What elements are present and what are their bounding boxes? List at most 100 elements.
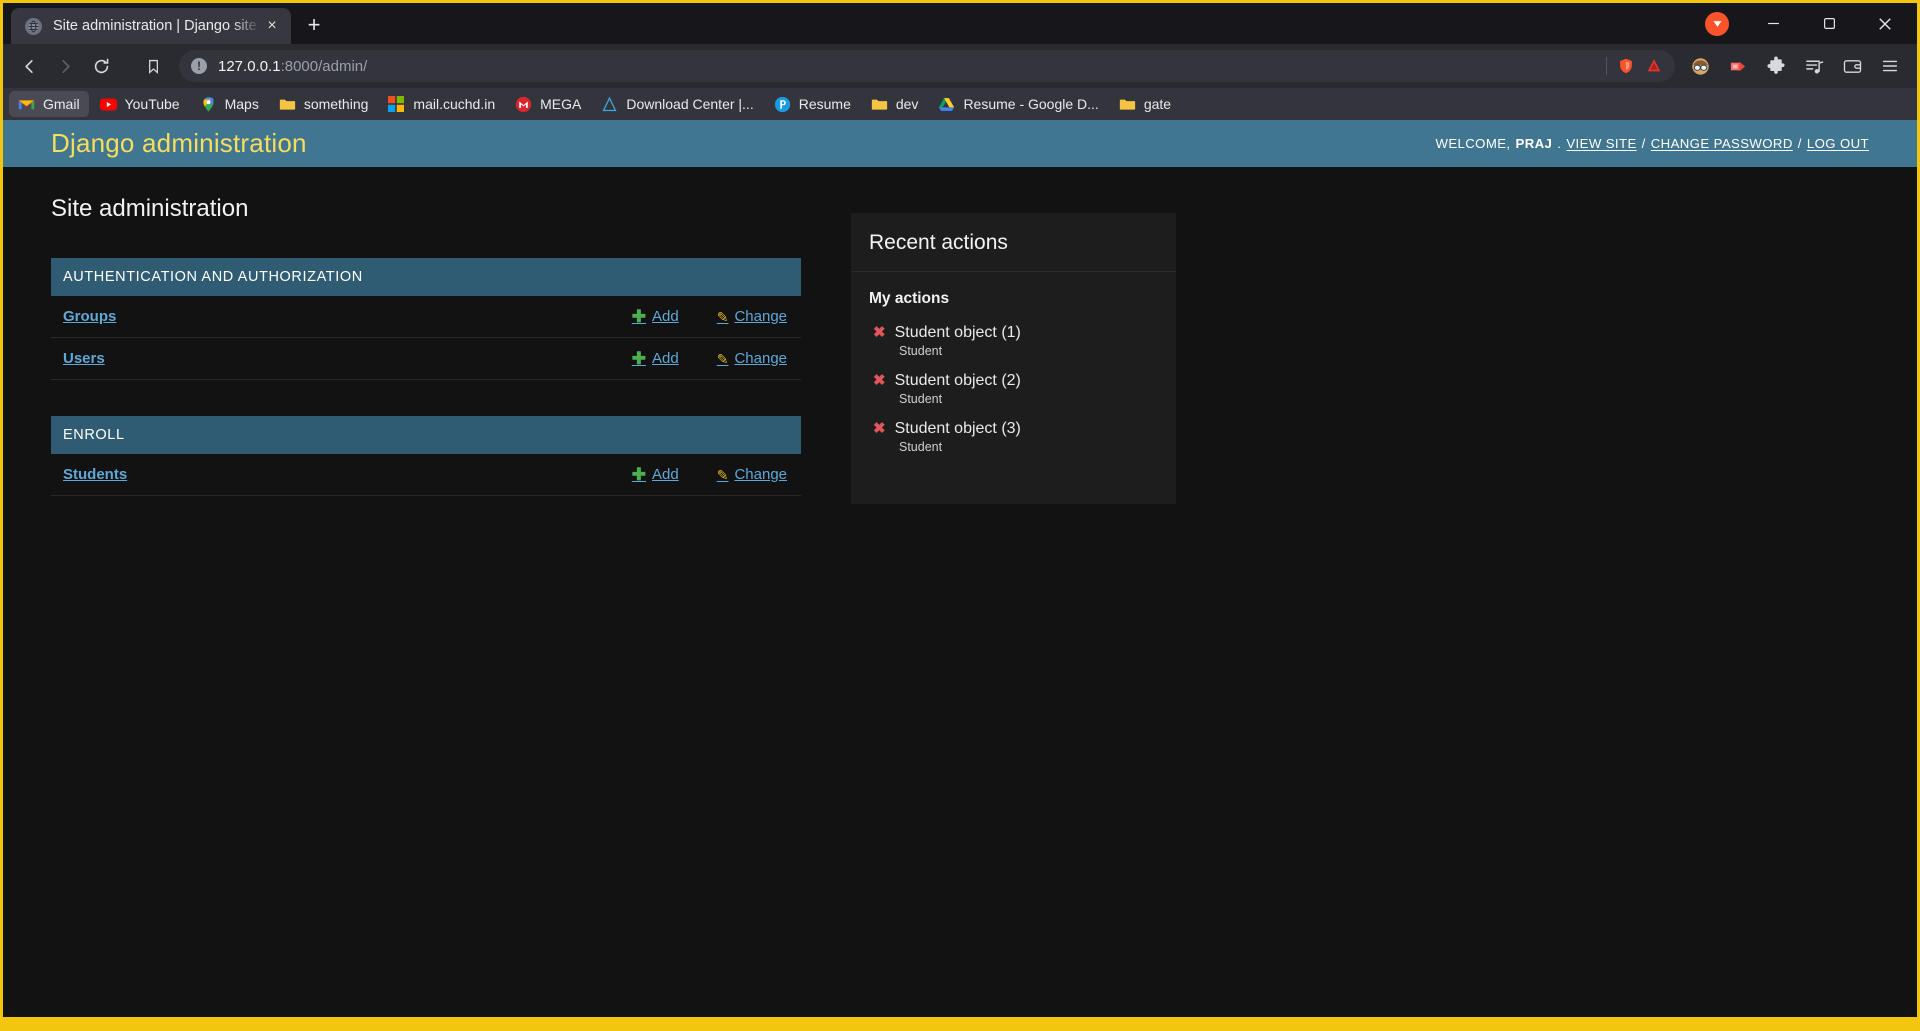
bookmark-icon[interactable] [135, 48, 171, 84]
recent-actions-title: Recent actions [869, 231, 1008, 254]
main-menu-icon[interactable] [1871, 48, 1909, 84]
back-icon[interactable] [11, 48, 47, 84]
playlist-icon[interactable] [1795, 48, 1833, 84]
user-tools: Welcome, PRAJ. View site / Change passwo… [1435, 136, 1869, 151]
action-object-label: Student object (1) [894, 324, 1021, 341]
action-model-name: Student [899, 344, 943, 358]
action-object-label: Student object (2) [894, 372, 1021, 389]
wallet-icon[interactable] [1833, 48, 1871, 84]
model-link-groups[interactable]: Groups [63, 308, 116, 325]
omnibox-divider [1606, 57, 1607, 75]
action-line: ✖ Student object (3) [873, 420, 1158, 438]
plus-icon: ✚ [631, 465, 647, 484]
user-tools-separator: / [1797, 136, 1802, 151]
list-item: ✖ Student object (2) Student [869, 372, 1158, 406]
bookmark-label: Download Center |... [626, 96, 754, 112]
new-tab-button[interactable]: + [299, 11, 329, 41]
tab-strip: Site administration | Django site a × + [3, 3, 1917, 44]
page-title: Site administration [51, 195, 249, 222]
browser-window: Site administration | Django site a × + [3, 3, 1917, 1017]
bookmark-label: YouTube [124, 96, 180, 112]
forward-icon [47, 48, 83, 84]
brave-rewards-icon[interactable] [1719, 48, 1757, 84]
youtube-icon [99, 96, 117, 113]
brave-leo-icon[interactable] [1645, 57, 1663, 75]
model-link-students[interactable]: Students [63, 466, 127, 483]
bookmark-gate[interactable]: gate [1110, 91, 1180, 117]
plus-icon: ✚ [631, 349, 647, 368]
brave-rewards-notification-icon[interactable] [1705, 11, 1729, 36]
bookmark-label: something [303, 96, 369, 112]
username: PRAJ [1515, 136, 1553, 151]
recent-actions-module: Recent actions My actions ✖ Student obje… [851, 213, 1176, 504]
change-password-link[interactable]: Change password [1651, 136, 1793, 151]
user-tools-separator: / [1641, 136, 1646, 151]
url-text: 127.0.0.1:8000/admin/ [218, 58, 367, 75]
google-drive-icon [938, 96, 955, 113]
bookmark-download-center[interactable]: Download Center |... [592, 91, 762, 117]
profile-avatar-icon[interactable] [1681, 48, 1719, 84]
maximize-button[interactable] [1801, 3, 1857, 44]
change-students-button[interactable]: ✎ Change [717, 466, 787, 483]
app-module-enroll: Enroll Students ✚ Add ✎ Change [51, 416, 801, 496]
add-users-button[interactable]: ✚ Add [632, 350, 679, 367]
model-actions: ✚ Add ✎ Change [632, 308, 787, 325]
close-icon[interactable]: × [261, 15, 283, 37]
brave-shield-icon[interactable] [1617, 57, 1635, 75]
welcome-text: Welcome, [1435, 136, 1511, 151]
action-object-label: Student object (3) [894, 420, 1021, 437]
model-row-users: Users ✚ Add ✎ Change [51, 338, 801, 380]
app-caption[interactable]: Authentication and Authorization [51, 258, 801, 296]
bookmark-label: mail.cuchd.in [413, 96, 496, 112]
tab-site-administration[interactable]: Site administration | Django site a × [11, 8, 291, 44]
window-controls [1705, 3, 1917, 44]
reload-icon[interactable] [83, 48, 119, 84]
model-row-groups: Groups ✚ Add ✎ Change [51, 296, 801, 338]
gmail-icon [18, 96, 35, 113]
pencil-icon: ✎ [716, 466, 729, 483]
app-module-auth: Authentication and Authorization Groups … [51, 258, 801, 380]
bookmark-label: Resume [798, 96, 851, 112]
bookmark-label: MEGA [540, 96, 582, 112]
bookmark-label: gate [1143, 96, 1172, 112]
bookmark-resume-google-docs[interactable]: Resume - Google D... [929, 91, 1107, 117]
model-link-users[interactable]: Users [63, 350, 105, 367]
bookmark-dev[interactable]: dev [862, 91, 928, 117]
omnibox-actions [1606, 57, 1663, 75]
change-users-button[interactable]: ✎ Change [717, 350, 787, 367]
change-groups-button[interactable]: ✎ Change [717, 308, 787, 325]
pencil-icon: ✎ [716, 308, 729, 325]
bookmark-resume[interactable]: Resume [765, 91, 860, 117]
view-site-link[interactable]: View site [1566, 136, 1636, 151]
action-line: ✖ Student object (2) [873, 372, 1158, 390]
bookmark-maps[interactable]: Maps [191, 91, 268, 117]
app-caption[interactable]: Enroll [51, 416, 801, 454]
bookmark-mail-cuchd-in[interactable]: mail.cuchd.in [379, 91, 504, 117]
model-row-students: Students ✚ Add ✎ Change [51, 454, 801, 496]
welcome-period: . [1557, 136, 1562, 151]
site-info-icon[interactable]: ! [191, 58, 207, 74]
recent-actions-header: Recent actions [851, 213, 1176, 272]
content-area: Site administration Authentication and A… [3, 167, 1917, 532]
add-students-button[interactable]: ✚ Add [632, 466, 679, 483]
add-groups-button[interactable]: ✚ Add [632, 308, 679, 325]
change-label: Change [734, 308, 787, 325]
pencil-icon: ✎ [716, 350, 729, 367]
plus-icon: ✚ [631, 307, 647, 326]
bookmark-mega[interactable]: MEGA [506, 91, 590, 117]
minimize-button[interactable] [1745, 3, 1801, 44]
extensions-puzzle-icon[interactable] [1757, 48, 1795, 84]
content-main: Site administration Authentication and A… [51, 195, 801, 532]
site-branding[interactable]: Django administration [51, 128, 307, 159]
bookmark-something[interactable]: something [270, 91, 378, 117]
toolbar-icons [1681, 48, 1909, 84]
log-out-link[interactable]: Log out [1807, 136, 1869, 151]
bookmark-label: Gmail [43, 96, 80, 112]
folder-icon [871, 96, 888, 113]
close-window-button[interactable] [1857, 3, 1913, 44]
bookmarks-bar: Gmail YouTube Maps something mail.cuchd.… [3, 88, 1917, 120]
change-label: Change [734, 350, 787, 367]
bookmark-gmail[interactable]: Gmail [9, 91, 89, 117]
address-bar[interactable]: ! 127.0.0.1:8000/admin/ [179, 50, 1675, 82]
bookmark-youtube[interactable]: YouTube [91, 91, 189, 117]
